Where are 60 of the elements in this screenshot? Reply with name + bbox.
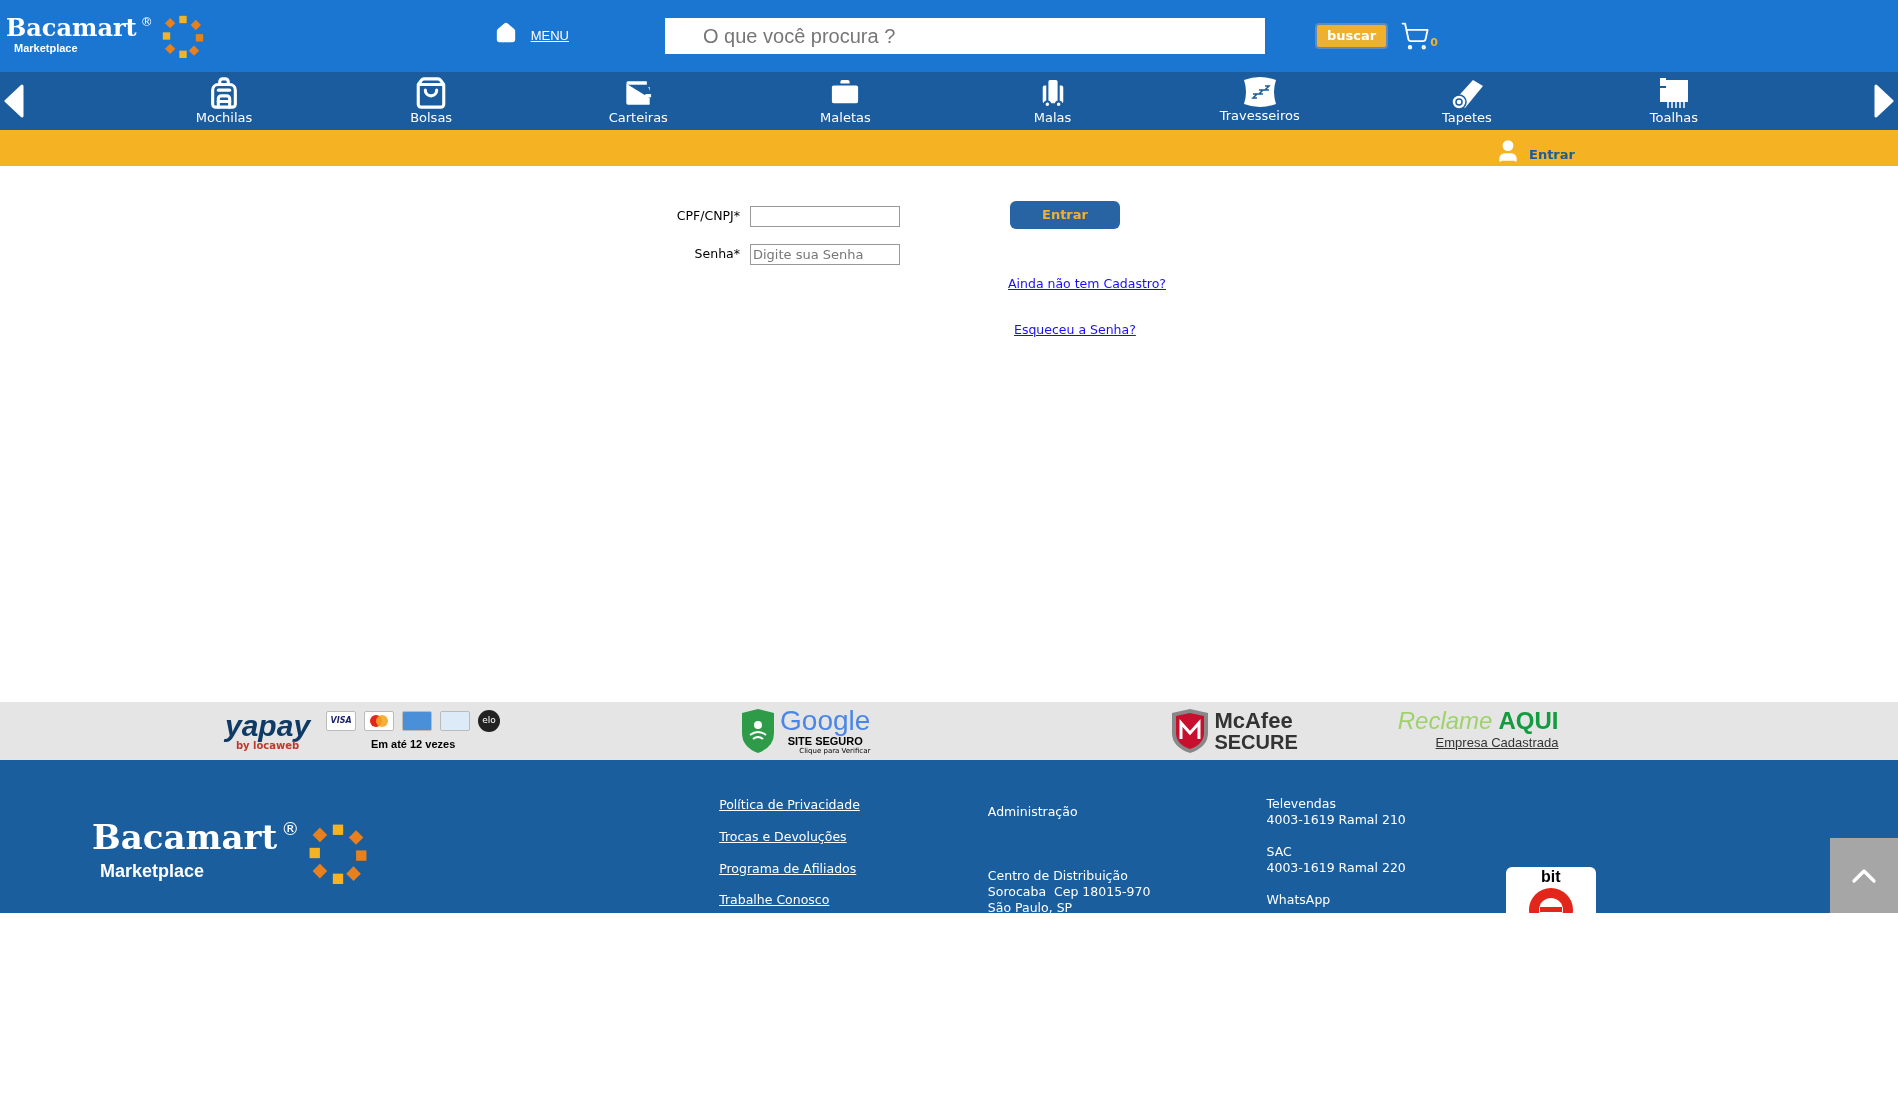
reclame-logo-strong: AQUI [1498,709,1559,734]
text-link[interactable]: Esqueceu a Senha? [1014,320,1166,340]
tagline: Marketplace [14,40,79,56]
footer-link[interactable]: Programa de Afiliados [719,859,860,879]
brand-name: Bacamart [92,820,278,854]
contact-value: 4003-1619 Ramal 210 [1266,812,1406,828]
home-icon[interactable] [494,22,517,44]
contact-label: WhatsApp [1266,892,1332,908]
shield-icon [1170,709,1211,753]
right-arrow[interactable] [1874,84,1894,118]
category-link[interactable]: Tapetes [1441,109,1492,127]
category-link[interactable]: Travesseiros [1219,107,1300,125]
seal-title: SECURE [1214,732,1298,752]
brand-name: Bacamart [6,15,137,40]
footer-link[interactable]: Trabalhe Conosco [719,891,860,910]
rating-badge[interactable]: bit [1505,867,1596,913]
field-label: CPF/CNPJ* [676,207,740,226]
address-line: São Paulo, SP [987,899,1074,913]
contact-value: 4003-1619 Ramal 220 [1266,860,1406,876]
input-field[interactable] [750,206,900,227]
menu-link[interactable]: MENU [530,26,569,46]
input-field[interactable]: Digite sua Senha [750,244,900,265]
category-link[interactable]: Bolsas [410,109,453,127]
cart-count: 0 [1430,34,1438,51]
category-link[interactable]: Maletas [820,109,871,127]
tagline: Marketplace [100,860,206,883]
card-brand: VISA [326,710,357,731]
login-link[interactable]: Entrar [1529,144,1575,164]
footer-link[interactable]: Trocas e Devoluções [719,827,860,847]
left-arrow[interactable] [4,84,24,118]
reclame-subtitle: Empresa Cadastrada [1435,734,1559,753]
category-link[interactable]: Toalhas [1649,109,1699,127]
overlapping-circles-icon [369,714,390,727]
category-link[interactable]: Carteiras [608,109,668,127]
reclame-logo: Reclame [1397,709,1493,734]
installments-text: Em até 12 vezes [370,736,456,752]
address-line: Centro de Distribuição [987,867,1129,884]
pillow-icon [1241,75,1278,108]
yapay-logo: yapay [225,711,311,741]
registered-mark: ® [140,15,153,28]
mcafee-logo: McAfee [1214,710,1294,732]
registered-mark: ® [281,820,300,838]
text-link[interactable]: Ainda não tem Cadastro? [1008,275,1166,294]
search-field[interactable]: O que você procura ? [664,18,1265,54]
cart-icon[interactable] [1400,21,1431,51]
category-link[interactable]: Mochilas [195,109,253,127]
contact-label: SAC [1266,844,1293,860]
footer-link[interactable]: Política de Privacidade [719,796,860,815]
shield-icon [740,709,777,753]
logo-mark-icon [160,14,205,58]
address-line: Sorocaba Cep 18015-970 [987,883,1151,900]
yapay-byline: by locaweb [235,741,300,751]
address-title: Administração [987,803,1079,821]
contact-label: Televendas [1266,796,1337,812]
card-brand [440,710,471,731]
field-label: Senha* [694,245,740,264]
card-brand [402,710,433,731]
category-link[interactable]: Malas [1033,109,1072,127]
badge-text: bit [1541,869,1561,885]
card-brand: elo [478,709,501,732]
